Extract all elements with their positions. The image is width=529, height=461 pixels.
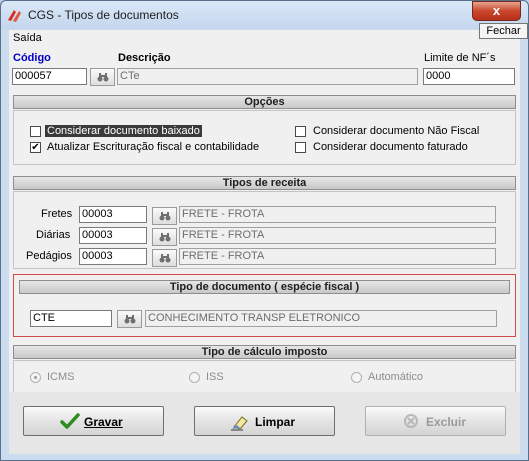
opcoes-header: Opções (13, 95, 516, 109)
app-logo-icon (8, 10, 21, 22)
nao-fiscal-checkbox[interactable] (295, 126, 306, 137)
gravar-label: Gravar (84, 415, 123, 429)
tipo-documento-header: Tipo de documento ( espécie fiscal ) (19, 280, 510, 294)
radio-selected-dot (34, 376, 37, 379)
delete-icon (404, 414, 418, 428)
atualizar-escrituracao-checkbox[interactable]: ✔ (30, 142, 41, 153)
diarias-desc-input[interactable]: FRETE - FROTA (179, 227, 496, 244)
application-window: CGS - Tipos de documentos x Fechar Saída… (0, 0, 529, 461)
pedagios-search-button[interactable] (152, 249, 177, 267)
binoculars-icon (159, 254, 171, 263)
pedagios-code-input[interactable]: 00003 (79, 248, 147, 265)
excluir-button[interactable]: Excluir (365, 406, 506, 436)
binoculars-icon (159, 212, 171, 221)
limpar-button[interactable]: Limpar (194, 406, 335, 436)
fretes-label: Fretes (41, 208, 73, 220)
iss-label[interactable]: ISS (206, 371, 224, 383)
excluir-label: Excluir (426, 415, 467, 429)
tipos-receita-header: Tipos de receita (13, 176, 516, 190)
automatico-label[interactable]: Automático (368, 371, 423, 383)
faturado-label[interactable]: Considerar documento faturado (313, 141, 468, 153)
considerar-baixado-label[interactable]: Considerar documento baixado (45, 125, 202, 137)
considerar-baixado-checkbox[interactable] (30, 126, 41, 137)
codigo-input[interactable]: 000057 (12, 68, 87, 85)
limite-label: Limite de NF´s (424, 52, 496, 64)
descricao-label: Descrição (118, 52, 171, 64)
dialog-body: Saída Código 000057 Descrição CTe Limite… (9, 30, 520, 454)
binoculars-icon (159, 233, 171, 242)
pedagios-label: Pedágios (26, 250, 72, 262)
diarias-label: Diárias (36, 229, 71, 241)
icms-radio[interactable] (30, 372, 41, 383)
close-tooltip: Fechar (479, 23, 528, 39)
opcoes-group (13, 110, 516, 165)
iss-radio[interactable] (189, 372, 200, 383)
window-title: CGS - Tipos de documentos (28, 8, 179, 22)
tipo-calculo-group (13, 360, 516, 394)
codigo-label: Código (13, 52, 51, 64)
diarias-search-button[interactable] (152, 228, 177, 246)
limpar-label: Limpar (255, 415, 296, 429)
menu-saida[interactable]: Saída (13, 32, 42, 44)
binoculars-icon (124, 315, 136, 324)
close-button[interactable]: x (472, 1, 521, 21)
diarias-code-input[interactable]: 00003 (79, 227, 147, 244)
tipo-calculo-header: Tipo de cálculo imposto (13, 345, 516, 359)
tipo-documento-code-input[interactable]: CTE (30, 310, 112, 327)
button-bar: Gravar Limpar Excluir (9, 392, 520, 454)
tipo-documento-search-button[interactable] (117, 310, 142, 328)
fretes-desc-input[interactable]: FRETE - FROTA (179, 206, 496, 223)
faturado-checkbox[interactable] (295, 142, 306, 153)
descricao-input[interactable]: CTe (117, 68, 418, 85)
menu-bar: Saída (9, 30, 520, 46)
atualizar-escrituracao-label[interactable]: Atualizar Escrituração fiscal e contabil… (47, 141, 259, 153)
icms-label[interactable]: ICMS (47, 371, 75, 383)
codigo-search-button[interactable] (90, 68, 115, 86)
nao-fiscal-label[interactable]: Considerar documento Não Fiscal (313, 125, 479, 137)
binoculars-icon (97, 73, 109, 82)
pedagios-desc-input[interactable]: FRETE - FROTA (179, 248, 496, 265)
gravar-button[interactable]: Gravar (23, 406, 164, 436)
title-bar: CGS - Tipos de documentos x (1, 1, 528, 29)
limite-input[interactable]: 0000 (423, 68, 515, 85)
fretes-search-button[interactable] (152, 207, 177, 225)
automatico-radio[interactable] (351, 372, 362, 383)
fretes-code-input[interactable]: 00003 (79, 206, 147, 223)
checkmark-icon (60, 413, 80, 429)
eraser-icon (231, 416, 248, 431)
tipo-documento-desc-input[interactable]: CONHECIMENTO TRANSP ELETRONICO (145, 310, 497, 327)
